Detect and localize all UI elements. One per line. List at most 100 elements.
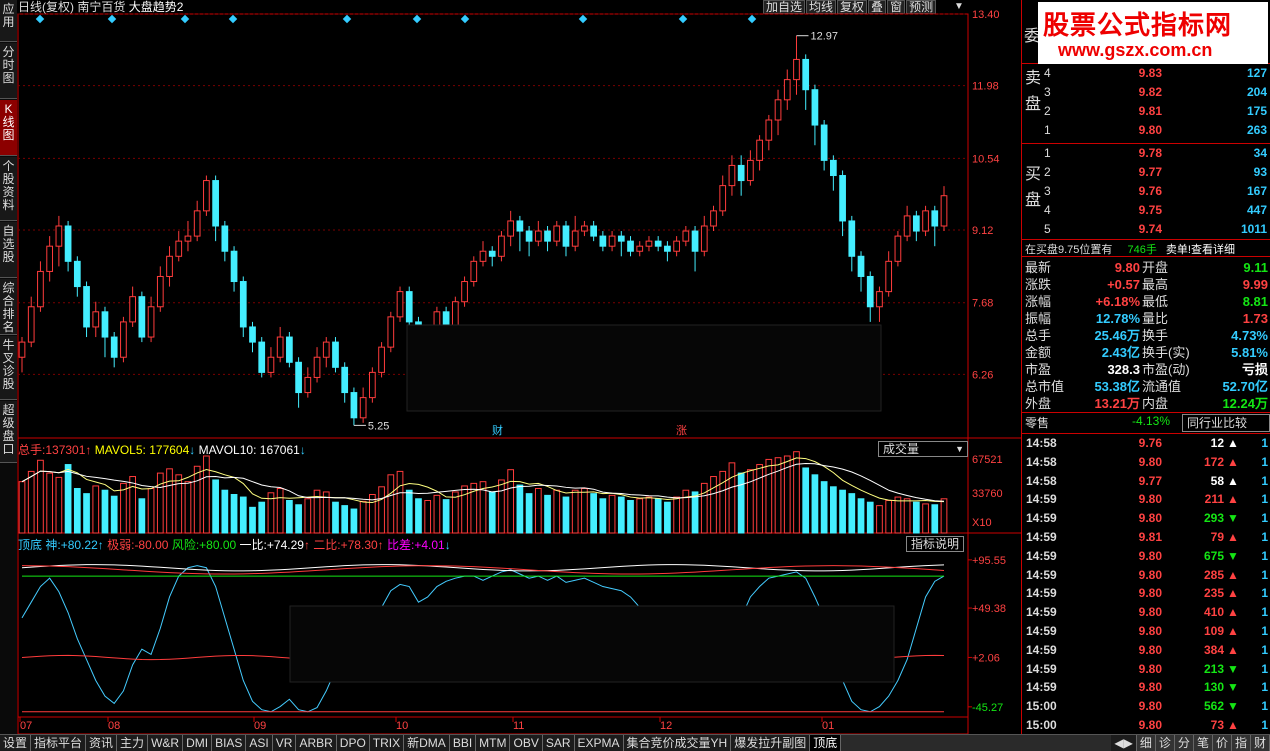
right-tab-4[interactable]: 价 [1212, 735, 1232, 751]
sell-price: 9.80 [1138, 123, 1162, 137]
bottom-tab-0[interactable]: 设置 [0, 735, 32, 751]
bottom-tab-4[interactable]: W&R [148, 735, 184, 751]
sell-row[interactable]: 1 9.80 263 [1022, 121, 1270, 140]
right-panel: 委 卖盘 4 9.83 127 3 9.82 204 2 9.81 175 1 9.80 263 买盘… [1021, 0, 1270, 734]
bottom-tab-9[interactable]: ARBR [296, 735, 337, 751]
bottom-tab-19[interactable]: 爆发拉升副图 [731, 735, 811, 751]
volume-bar [239, 496, 247, 534]
bottom-tab-2[interactable]: 资讯 [86, 735, 118, 751]
trade-price: 9.80 [1138, 492, 1162, 507]
volume-bar [359, 500, 367, 534]
volume-selector[interactable]: 成交量 ▼ [878, 441, 968, 457]
up-arrow-icon: ▲ [1227, 586, 1239, 601]
candle-body [129, 296, 136, 323]
trade-volume: 213 [1203, 661, 1224, 676]
level-number: 5 [1044, 222, 1051, 236]
up-arrow-icon: ▲ [1227, 605, 1239, 620]
volume-tick-label: 33760 [972, 488, 1003, 500]
volume-bar [83, 493, 90, 534]
candle-body [654, 240, 662, 247]
bottom-tab-3[interactable]: 主力 [117, 735, 149, 751]
bottom-tab-12[interactable]: 新DMA [404, 735, 450, 751]
volume-bar [332, 501, 339, 534]
bottom-tab-20[interactable]: 顶底 [810, 735, 842, 751]
up-arrow-icon: ↑ [85, 443, 92, 457]
candle-body [184, 235, 192, 242]
bottom-tab-8[interactable]: VR [272, 735, 297, 751]
volume-bar [581, 488, 588, 534]
sell-volume: 263 [1246, 123, 1267, 137]
down-arrow-icon: ▼ [1227, 699, 1239, 714]
sector-compare-button[interactable]: 同行业比较 [1182, 414, 1270, 432]
price-tick-label: 6.26 [972, 369, 993, 381]
volume-bar [931, 504, 939, 534]
trade-volume: 293 [1203, 511, 1224, 526]
sell-row[interactable]: 3 9.82 204 [1022, 83, 1270, 102]
candle-body [230, 250, 238, 283]
right-tab-5[interactable]: 指 [1231, 735, 1251, 751]
buy-row[interactable]: 4 9.75 447 [1022, 201, 1270, 220]
bottom-tab-18[interactable]: 集合竞价成交量YH [623, 735, 732, 751]
buy-volume: 93 [1253, 165, 1267, 179]
buy-row[interactable]: 3 9.76 167 [1022, 182, 1270, 201]
quote-label: 外盘 [1025, 396, 1052, 411]
trade-row: 14:59 9.80 211 ▲ 1 [1022, 490, 1270, 509]
price-tick-label: 9.12 [972, 225, 993, 237]
bottom-tab-1[interactable]: 指标平台 [31, 735, 87, 751]
volume-bar [378, 486, 385, 534]
bottom-tab-6[interactable]: BIAS [212, 735, 247, 751]
high-marker-label: 12.97 [810, 31, 838, 43]
right-tab-0[interactable]: 细 [1136, 735, 1156, 751]
total-value: 137301 [45, 443, 86, 457]
bottom-tab-7[interactable]: ASI [246, 735, 273, 751]
volume-bar [820, 481, 828, 534]
bottom-tab-16[interactable]: SAR [542, 735, 575, 751]
right-tab-2[interactable]: 分 [1174, 735, 1194, 751]
volume-bar [286, 499, 293, 534]
buy-row[interactable]: 2 9.77 93 [1022, 163, 1270, 182]
right-tab-1[interactable]: 诊 [1155, 735, 1175, 751]
sell-row[interactable]: 4 9.83 127 [1022, 64, 1270, 83]
buy-row[interactable]: 1 9.78 34 [1022, 144, 1270, 163]
volume-bar [544, 494, 551, 534]
indicator-help-button[interactable]: 指标说明 [906, 536, 965, 552]
candle-body [313, 356, 321, 378]
volume-bar [765, 458, 773, 534]
sell-row[interactable]: 2 9.81 175 [1022, 102, 1270, 121]
trade-row: 14:59 9.80 293 ▼ 1 [1022, 509, 1270, 528]
month-label: 09 [254, 720, 266, 732]
bottom-tab-11[interactable]: TRIX [369, 735, 405, 751]
right-tab-6[interactable]: 财 [1250, 735, 1270, 751]
bottom-tab-5[interactable]: DMI [183, 735, 213, 751]
candle-body [516, 220, 524, 232]
notice-link[interactable]: 卖单!查看详细 [1166, 244, 1235, 256]
bottom-tab-10[interactable]: DPO [336, 735, 370, 751]
volume-bar [322, 491, 330, 534]
trade-time: 14:59 [1026, 642, 1057, 657]
right-tab-3[interactable]: 笔 [1193, 735, 1213, 751]
bottom-tab-13[interactable]: BBI [449, 735, 477, 751]
volume-bar [304, 498, 312, 534]
candle-body [756, 139, 763, 161]
bottom-tab-15[interactable]: OBV [510, 735, 543, 751]
trade-volume: 211 [1204, 492, 1224, 507]
volume-bar [811, 474, 819, 534]
volume-bar [249, 506, 256, 534]
level-number: 3 [1044, 184, 1051, 198]
diamond-marker [342, 14, 352, 24]
volume-bar [193, 465, 201, 534]
trade-price: 9.77 [1138, 473, 1162, 488]
tab-scroll-icon[interactable]: ◀▶ [1111, 735, 1137, 751]
indicator-tick-label: +49.38 [972, 603, 1006, 615]
candle-body [664, 245, 671, 252]
buy-row[interactable]: 5 9.74 1011 [1022, 220, 1270, 239]
trade-count: 1 [1261, 586, 1268, 601]
month-label: 10 [396, 720, 408, 732]
volume-bar [830, 486, 837, 534]
volume-bar [212, 479, 219, 534]
chart-area[interactable]: 13.40 11.98 10.54 9.12 7.68 6.26 12.97 5.25 财 涨 67… [0, 0, 1021, 734]
bottom-tab-17[interactable]: EXPMA [574, 735, 624, 751]
trade-row: 14:59 9.80 130 ▼ 1 [1022, 678, 1270, 697]
bottom-tab-14[interactable]: MTM [476, 735, 511, 751]
notice-bar[interactable]: 在买盘9.75位置有 746手 卖单!查看详细 [1025, 241, 1235, 257]
